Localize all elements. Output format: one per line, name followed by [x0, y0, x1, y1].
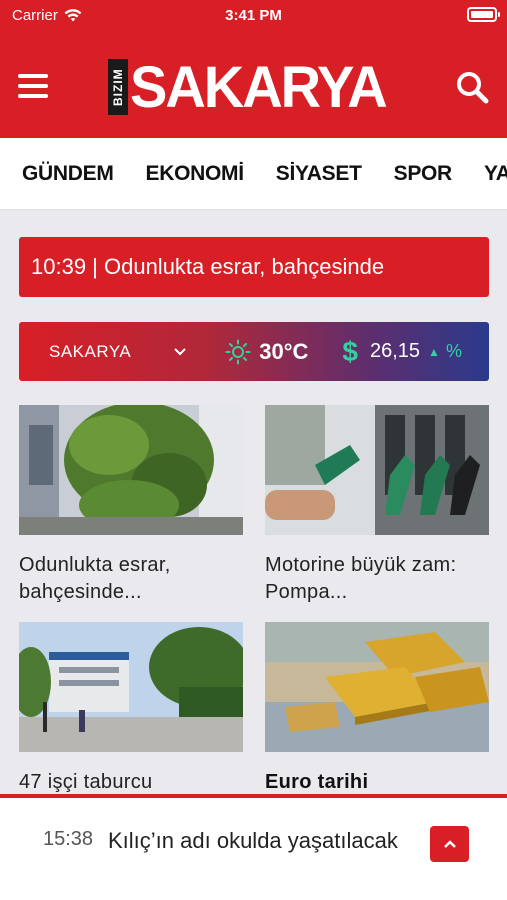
temperature: 30°C — [259, 338, 309, 364]
news-thumbnail — [265, 622, 489, 752]
app-header: BIZIM SAKARYA — [0, 30, 507, 138]
tab-siyaset[interactable]: SİYASET — [276, 162, 362, 186]
news-thumbnail — [19, 402, 243, 535]
dollar-icon: $ — [342, 335, 358, 367]
latest-news-bar[interactable]: 15:38 Kılıç’ın adı okulda yaşatılacak — [0, 794, 507, 900]
chevron-down-icon[interactable] — [173, 345, 187, 359]
news-thumbnail — [265, 405, 489, 535]
logo-name: SAKARYA — [130, 53, 388, 120]
tab-ekonomi[interactable]: EKONOMİ — [146, 162, 245, 186]
logo-small-text: BIZIM — [108, 59, 128, 115]
chevron-up-icon — [443, 840, 456, 848]
news-card[interactable]: 47 işçi taburcu — [11, 622, 249, 796]
news-card[interactable]: Euro tarihi — [265, 622, 489, 796]
news-card[interactable]: Motorine büyük zam: Pompa... — [265, 405, 489, 606]
news-card[interactable]: Odunlukta esrar, bahçesinde... — [19, 402, 243, 606]
info-bar: SAKARYA 30°C $ 26,15 ▲ % — [19, 322, 489, 381]
clock: 3:41 PM — [225, 6, 282, 24]
search-icon[interactable] — [455, 70, 489, 104]
rate-change: % — [445, 341, 462, 361]
battery-icon — [467, 7, 500, 22]
menu-icon[interactable] — [18, 74, 48, 98]
latest-news-text: Kılıç’ın adı okulda yaşatılacak — [108, 828, 398, 853]
news-thumbnail — [11, 622, 249, 752]
status-bar: Carrier 3:41 PM — [0, 0, 507, 30]
arrow-up-icon: ▲ — [428, 344, 440, 359]
ticker-text: 10:39 | Odunlukta esrar, bahçesinde — [31, 254, 385, 279]
app-logo[interactable]: BIZIM SAKARYA — [108, 53, 388, 120]
tab-yasam[interactable]: YAŞAM — [484, 162, 507, 186]
news-title: Motorine büyük zam: Pompa... — [265, 554, 457, 603]
tab-spor[interactable]: SPOR — [394, 162, 453, 186]
breaking-news-ticker[interactable]: 10:39 | Odunlukta esrar, bahçesinde — [19, 237, 489, 297]
news-title: 47 işçi taburcu — [19, 771, 153, 793]
latest-news-time: 15:38 — [43, 828, 94, 850]
news-title: Euro tarihi — [265, 771, 369, 793]
news-title: Odunlukta esrar, bahçesinde... — [19, 554, 171, 603]
category-tabs: GÜNDEM EKONOMİ SİYASET SPOR YAŞAM — [0, 138, 507, 210]
sun-icon — [225, 339, 251, 364]
scroll-up-button[interactable] — [430, 826, 469, 862]
tab-gundem[interactable]: GÜNDEM — [22, 162, 114, 186]
city-selector[interactable]: SAKARYA — [49, 342, 131, 362]
exchange-rate: 26,15 — [369, 340, 421, 362]
